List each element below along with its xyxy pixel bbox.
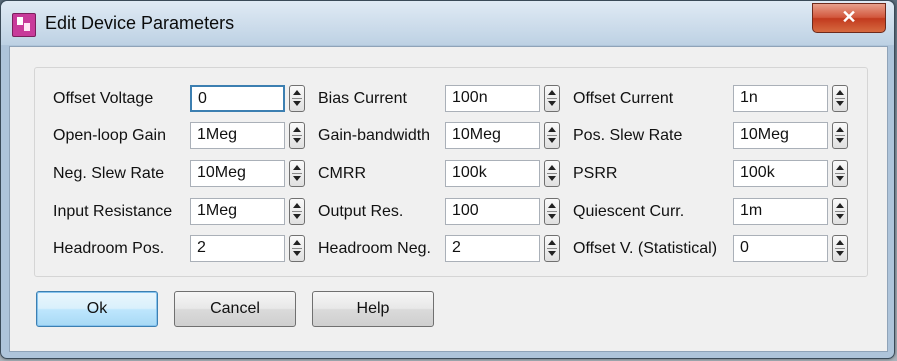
quiescent-curr-input[interactable]: 1m [733,198,828,225]
open-loop-gain-spinner[interactable] [289,122,305,149]
headroom-neg-input[interactable]: 2 [445,235,540,262]
ok-button[interactable]: Ok [36,291,158,327]
parameters-group: Offset Voltage 0 Bias Current 100n Offse… [34,67,868,277]
output-res-spinner[interactable] [544,198,560,225]
title-bar[interactable]: Edit Device Parameters ✕ [1,1,894,45]
param-label: Neg. Slew Rate [53,165,165,182]
offset-v-statistical-input[interactable]: 0 [733,235,828,262]
quiescent-curr-spinner[interactable] [832,198,848,225]
input-resistance-input[interactable]: 1Meg [190,198,285,225]
pos-slew-rate-spinner[interactable] [832,122,848,149]
help-button[interactable]: Help [312,291,434,327]
param-label: Gain-bandwidth [318,127,431,144]
input-resistance-spinner[interactable] [289,198,305,225]
headroom-pos-spinner[interactable] [289,235,305,262]
gain-bandwidth-input[interactable]: 10Meg [445,122,540,149]
param-label: Output Res. [318,203,404,220]
param-label: PSRR [573,165,618,182]
param-label: CMRR [318,165,366,182]
param-label: Pos. Slew Rate [573,127,683,144]
cancel-button[interactable]: Cancel [174,291,296,327]
close-button[interactable]: ✕ [812,3,886,33]
window-title: Edit Device Parameters [45,13,235,33]
cmrr-spinner[interactable] [544,160,560,187]
headroom-pos-input[interactable]: 2 [190,235,285,262]
bias-current-input[interactable]: 100n [445,85,540,112]
neg-slew-rate-input[interactable]: 10Meg [190,160,285,187]
output-res-input[interactable]: 100 [445,198,540,225]
offset-voltage-input[interactable]: 0 [190,85,285,112]
param-label: Open-loop Gain [53,127,166,144]
edit-device-parameters-dialog: Edit Device Parameters ✕ Offset Voltage … [0,0,895,359]
psrr-spinner[interactable] [832,160,848,187]
param-label: Quiescent Curr. [573,203,685,220]
param-label: Bias Current [318,90,407,107]
gain-bandwidth-spinner[interactable] [544,122,560,149]
cmrr-input[interactable]: 100k [445,160,540,187]
pos-slew-rate-input[interactable]: 10Meg [733,122,828,149]
offset-current-input[interactable]: 1n [733,85,828,112]
param-label: Offset Current [573,90,674,107]
offset-current-spinner[interactable] [832,85,848,112]
open-loop-gain-input[interactable]: 1Meg [190,122,285,149]
neg-slew-rate-spinner[interactable] [289,160,305,187]
dialog-body: Offset Voltage 0 Bias Current 100n Offse… [9,46,888,352]
param-label: Offset V. (Statistical) [573,240,718,257]
offset-v-statistical-spinner[interactable] [832,235,848,262]
param-label: Input Resistance [53,203,173,220]
param-label: Headroom Pos. [53,240,165,257]
offset-voltage-spinner[interactable] [289,85,305,112]
headroom-neg-spinner[interactable] [544,235,560,262]
bias-current-spinner[interactable] [544,85,560,112]
app-icon [12,13,36,37]
param-label: Offset Voltage [53,90,154,107]
psrr-input[interactable]: 100k [733,160,828,187]
param-label: Headroom Neg. [318,240,431,257]
